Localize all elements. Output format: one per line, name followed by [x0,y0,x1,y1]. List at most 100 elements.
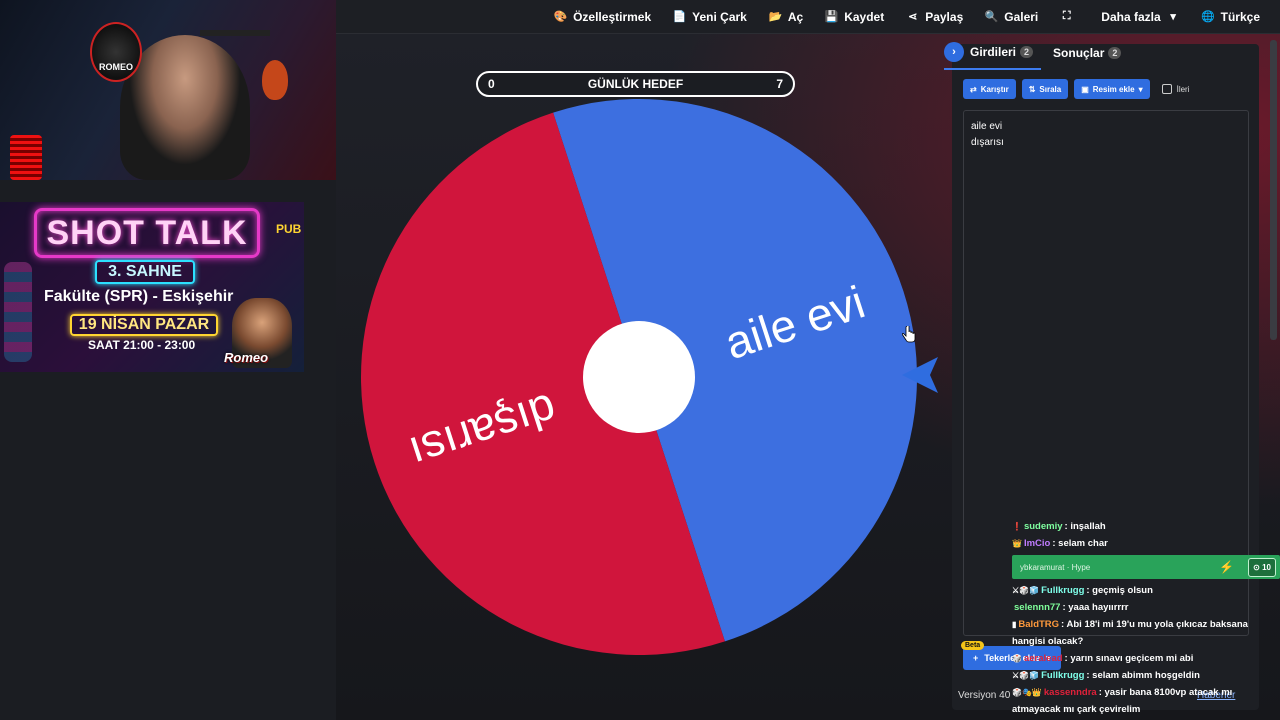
chat-text: : yaaa hayıırrrr [1062,602,1129,613]
nav-item-2[interactable]: 📂 Aç [768,9,804,24]
channel-logo-text: ROMEO [98,62,133,72]
chat-message: ⚔🎲🧊 Fullkrugg: selam abimm hoşgeldin [1012,667,1280,684]
chat-message: 🎲 aeralead: yarın sınavı geçicem mi abi [1012,650,1280,667]
chevron-down-icon: ▾ [1170,11,1176,23]
tab-results[interactable]: Sonuçlar 2 [1053,46,1129,66]
nav-item-8[interactable]: 🌐 Türkçe [1201,9,1260,24]
add-image-label: Resim ekle [1092,84,1135,94]
panel-tabs: › Girdileri 2 Sonuçlar 2 [944,42,1129,70]
chevron-down-icon: ▾ [1138,84,1143,94]
chevron-right-icon[interactable]: › [944,42,964,62]
chat-text: : geçmiş olsun [1086,585,1153,596]
shuffle-button[interactable]: ⇄ Karıştır [963,79,1016,99]
nav-item-4[interactable]: ⋖ Paylaş [906,10,963,24]
promo-date: 19 NİSAN PAZAR [70,314,218,336]
hype-label: Hype [1071,562,1091,572]
chat-username[interactable]: BaldTRG [1018,619,1059,630]
chat-username[interactable]: Fullkrugg [1041,670,1084,681]
guitar [262,60,288,100]
add-image-button[interactable]: ▣ Resim ekle ▾ [1074,79,1150,99]
nav-item-3[interactable]: 💾 Kaydet [825,10,884,24]
version-text: Versiyon 40 [958,690,1011,701]
badge-icon: ⚔🎲🧊 [1012,586,1040,595]
promo-poster: SHOT TALK PUB 3. SAHNE Fakülte (SPR) - E… [0,202,304,372]
advanced-label: İleri [1176,84,1190,94]
chat-username: ybkaramurat [1020,562,1065,572]
chat-message: ❗ sudemiy: inşallah [1012,518,1280,535]
chat-username[interactable]: sudemiy [1024,521,1063,532]
new-file-icon: 📄 [672,11,687,23]
sort-icon: ⇅ [1028,84,1036,94]
tab-results-count: 2 [1108,47,1122,59]
nav-item-6[interactable]: ⛶ [1060,10,1079,23]
nav-item-7[interactable]: Daha fazla ▾ [1101,10,1179,24]
wheel-center-hub[interactable] [583,321,695,433]
nav-item-label: Türkçe [1220,9,1260,24]
folder-open-icon: 📂 [768,11,783,23]
led-light [10,135,42,180]
chat-text: : inşallah [1064,521,1106,532]
chat-message: 👑 ImCio: selam char [1012,535,1280,552]
chat-message: ⚔🎲🧊 Fullkrugg: geçmiş olsun [1012,582,1280,599]
chat-message: ▮ BaldTRG: Abi 18'i mi 19'u mu yola çıkıc… [1012,616,1280,650]
checkbox-box[interactable] [1161,84,1172,94]
nav-item-label: Yeni Çark [692,9,747,24]
hand-cursor-icon [902,326,916,343]
share-icon: ⋖ [908,11,918,23]
search-icon: 🔍 [984,11,999,23]
entry-line: aile evi [971,121,1003,132]
save-icon: 💾 [824,11,839,23]
channel-logo: ROMEO [90,22,142,82]
stream-chat: ❗ sudemiy: inşallah 👑 ImCio: selam char ybka… [1012,518,1280,718]
nav-item-label: Aç [787,9,804,24]
hype-text: ybkaramurat · Hype [1020,562,1091,572]
page-scrollbar[interactable] [1270,40,1277,340]
badge-icon: 🎲🎭👑 [1012,688,1042,697]
nav-item-label: Paylaş [925,9,964,24]
chat-message: 🎲🎭👑 kassenndra: yasir bana 8100vp atacak … [1012,684,1280,718]
promo-title: SHOT TALK [34,208,260,258]
beta-badge: Beta [961,641,985,650]
badge-icon: 🎲 [1012,654,1022,663]
promo-venue: Fakülte (SPR) - Eskişehir [44,288,234,305]
chat-text: : selam char [1052,538,1108,549]
lightning-icon: ⚡ [1219,559,1235,574]
entry-line: dışarısı [971,137,1004,148]
neon-decoration [4,262,32,362]
goal-title: GÜNLÜK HEDEF [587,77,684,91]
chat-username[interactable]: aeralead [1024,653,1063,664]
hype-train-message: ybkaramurat · Hype ⚡ ⊙ 10 [1012,555,1280,579]
entries-toolbar: ⇄ Karıştır ⇅ Sırala ▣ Resim ekle ▾ İleri [963,79,1190,99]
fullscreen-icon: ⛶ [1062,10,1071,22]
top-navigation: 🎨 Özelleştirmek 📄 Yeni Çark 📂 Aç 💾 Kaydet ⋖ Payla… [336,0,1280,34]
chat-username[interactable]: selennn77 [1014,602,1060,613]
chat-text: : selam abimm hoşgeldin [1086,670,1200,681]
chat-username[interactable]: Fullkrugg [1041,585,1084,596]
chat-message: selennn77: yaaa hayıırrrr [1012,599,1280,616]
promo-time: SAAT 21:00 - 23:00 [88,338,196,352]
nav-item-0[interactable]: 🎨 Özelleştirmek [554,10,651,24]
promo-side-sign: PUB [276,222,302,236]
nav-item-label: Kaydet [844,9,885,24]
spin-wheel[interactable]: aile evi dışarısı [356,94,922,660]
hype-points-value: 10 [1262,562,1271,572]
tab-results-label: Sonuçlar [1053,46,1105,60]
badge-icon: ❗ [1012,522,1022,531]
shuffle-icon: ⇄ [970,84,977,94]
sort-button[interactable]: ⇅ Sırala [1021,79,1069,99]
tab-entries-label: Girdileri [970,45,1017,59]
chat-username[interactable]: kassenndra [1044,687,1097,698]
nav-item-1[interactable]: 📄 Yeni Çark [673,10,747,24]
webcam-overlay: ROMEO [0,0,336,180]
badge-icon: ⚔🎲🧊 [1012,671,1040,680]
nav-item-label: Daha fazla [1101,9,1161,24]
badge-icon: ▮ [1012,620,1017,629]
palette-icon: 🎨 [553,11,568,23]
advanced-checkbox[interactable]: İleri [1161,84,1190,94]
tab-entries[interactable]: › Girdileri 2 [944,42,1042,70]
promo-stage: 3. SAHNE [95,260,195,284]
chat-username[interactable]: ImCio [1024,538,1050,549]
promo-signature: Romeo [224,350,269,365]
plus-icon: + [973,653,979,663]
nav-item-5[interactable]: 🔍 Galeri [985,10,1038,24]
